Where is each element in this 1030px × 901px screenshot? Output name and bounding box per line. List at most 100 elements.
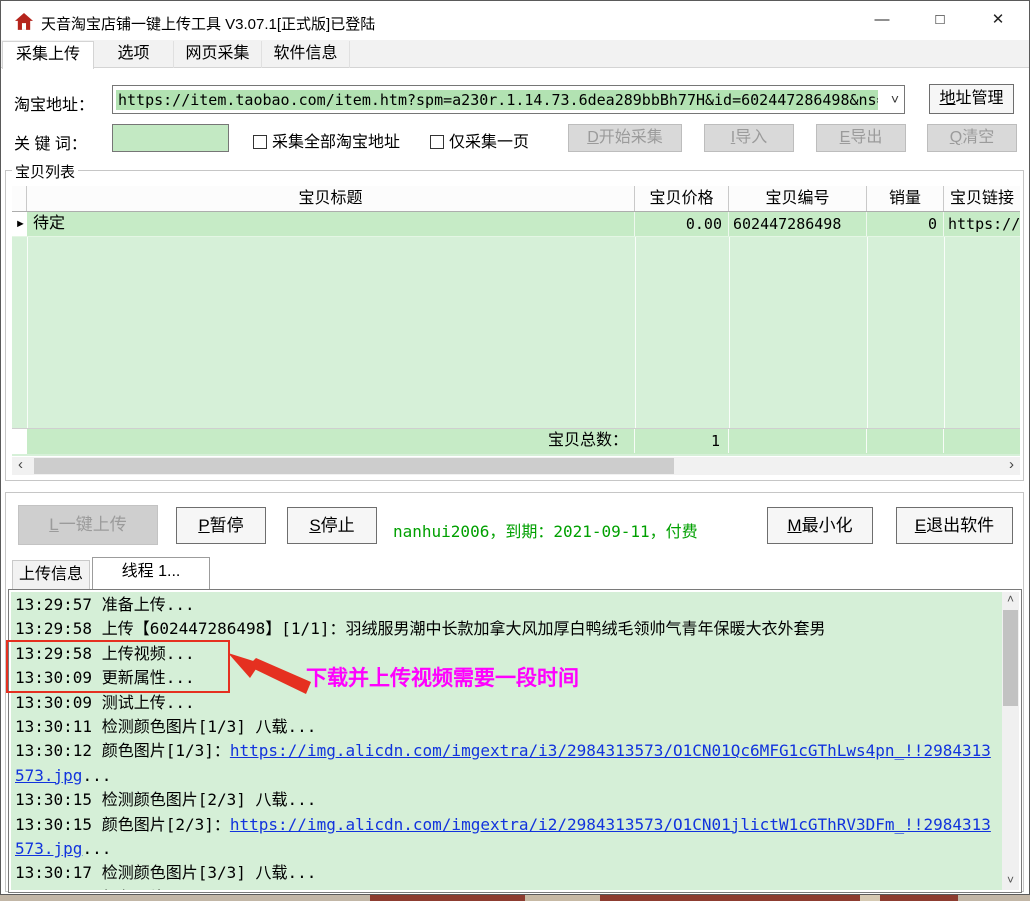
log-text: 13:30:09 测试上传... (15, 693, 195, 712)
log-line: 13:30:11 检测颜色图片[1/3] 八载... (15, 715, 997, 739)
cell-id: 602447286498 (729, 212, 867, 236)
log-line: 13:30:09 测试上传... (15, 691, 997, 715)
pause-button[interactable]: P暂停 (176, 507, 266, 544)
keyword-input[interactable] (112, 124, 229, 152)
footer-empty-cell (729, 429, 867, 453)
scroll-down-icon[interactable]: ˅ (1002, 873, 1019, 890)
maximize-button[interactable]: □ (917, 2, 963, 38)
total-count-label: 宝贝总数： (27, 429, 635, 453)
start-collect-button[interactable]: D开始采集 (568, 124, 682, 152)
hscroll-thumb[interactable] (34, 458, 674, 474)
col-header-id[interactable]: 宝贝编号 (729, 186, 867, 211)
log-text: 13:29:58 上传【602447286498】[1/1]：羽绒服男潮中长款加… (15, 619, 825, 638)
checkbox-one-page-label: 仅采集一页 (449, 134, 529, 151)
tab-upload-info[interactable]: 上传信息 (12, 560, 90, 589)
screen-bottom-sliver (0, 895, 1030, 901)
grid-line (944, 237, 945, 428)
import-button[interactable]: I导入 (704, 124, 794, 152)
table-header-row: 宝贝标题 宝贝价格 宝贝编号 销量 宝贝链接 (12, 186, 1020, 212)
checkbox-collect-all-label: 采集全部淘宝地址 (272, 134, 400, 151)
checkbox-collect-all[interactable]: 采集全部淘宝地址 (253, 128, 400, 154)
table-footer-row: 宝贝总数： 1 (12, 428, 1020, 454)
col-header-price[interactable]: 宝贝价格 (635, 186, 729, 211)
cell-price: 0.00 (635, 212, 729, 236)
log-text: 13:30:17 检测颜色图片[3/3] 八载... (15, 863, 316, 882)
tab-web-collect[interactable]: 网页采集 (174, 41, 262, 68)
chevron-down-icon[interactable]: ˅ (891, 91, 899, 107)
cell-sales: 0 (867, 212, 944, 236)
col-header-title[interactable]: 宝贝标题 (27, 186, 635, 211)
vscroll-thumb[interactable] (1003, 610, 1018, 706)
log-text: ... (82, 839, 111, 858)
checkbox-one-page[interactable]: 仅采集一页 (430, 128, 529, 154)
log-line: 13:30:12 颜色图片[1/3]：https://img.alicdn.co… (15, 739, 997, 788)
keyword-label: 关 键 词： (14, 130, 87, 154)
log-line: 13:30:17 颜色图片[3/3]：https://img.alicdn.co… (15, 886, 997, 890)
clear-button[interactable]: Q清空 (927, 124, 1017, 152)
cell-title: 待定 (27, 212, 635, 236)
grid-line (867, 237, 868, 428)
log-text: 13:30:15 颜色图片[2/3]： (15, 815, 230, 834)
log-vscrollbar[interactable]: ˄ ˅ (1002, 592, 1019, 890)
taobao-url-combobox[interactable]: https://item.taobao.com/item.htm?spm=a23… (112, 85, 905, 114)
grid-line (27, 237, 28, 428)
minimize-app-button[interactable]: M最小化 (767, 507, 873, 544)
item-list-groupbox: 宝贝列表 宝贝标题 宝贝价格 宝贝编号 销量 宝贝链接 ► 待定 0.00 60… (5, 170, 1024, 481)
main-tabstrip: 采集上传 选项 网页采集 软件信息 (1, 40, 1029, 68)
item-list-group-label: 宝贝列表 (12, 161, 78, 182)
minimize-button[interactable]: — (859, 2, 905, 38)
window-title: 天音淘宝店铺一键上传工具 V3.07.1[正式版]已登陆 (41, 13, 375, 34)
log-text: 13:30:15 检测颜色图片[2/3] 八载... (15, 790, 316, 809)
annotation-note: 下载并上传视频需要一段时间 (306, 662, 579, 692)
tab-options[interactable]: 选项 (94, 41, 174, 68)
table-row[interactable]: ► 待定 0.00 602447286498 0 https:// (12, 212, 1020, 237)
scroll-up-icon[interactable]: ˄ (1002, 592, 1019, 609)
log-text: 13:30:17 颜色图片[3/3]： (15, 888, 230, 890)
one-click-upload-button[interactable]: L一键上传 (18, 505, 158, 545)
taobao-url-label: 淘宝地址： (14, 91, 94, 115)
log-line: 13:30:17 检测颜色图片[3/3] 八载... (15, 861, 997, 885)
col-header-link[interactable]: 宝贝链接 (944, 186, 1020, 211)
grid-line (729, 237, 730, 428)
table-hscrollbar[interactable]: ‹ › (12, 457, 1020, 475)
scroll-right-icon[interactable]: › (1003, 457, 1020, 475)
total-count-value: 1 (635, 429, 729, 453)
license-status-text: nanhui2006，到期：2021-09-11，付费 (393, 518, 698, 542)
grid-line (635, 237, 636, 428)
footer-empty-cell (867, 429, 944, 453)
log-text: 13:30:11 检测颜色图片[1/3] 八载... (15, 717, 316, 736)
log-panel: 13:29:57 准备上传... 13:29:58 上传【602447286498… (8, 589, 1022, 893)
highlight-box (6, 640, 230, 693)
footer-selector-cell (12, 429, 27, 454)
annotation-arrow-icon (226, 646, 312, 700)
footer-empty-cell (944, 429, 1020, 453)
log-line: 13:29:58 上传【602447286498】[1/1]：羽绒服男潮中长款加… (15, 617, 997, 641)
checkbox-icon[interactable] (430, 135, 444, 149)
cell-link: https:// (944, 212, 1020, 236)
scroll-left-icon[interactable]: ‹ (12, 457, 29, 475)
close-button[interactable]: ✕ (975, 2, 1021, 38)
stop-button[interactable]: S停止 (287, 507, 377, 544)
address-manage-button[interactable]: 地址管理 (929, 84, 1014, 114)
tab-collect-upload[interactable]: 采集上传 (2, 41, 94, 69)
app-house-icon (15, 13, 33, 31)
log-line: 13:29:57 准备上传... (15, 593, 997, 617)
log-text: 13:30:12 颜色图片[1/3]： (15, 741, 230, 760)
tab-software-info[interactable]: 软件信息 (262, 41, 350, 68)
export-button[interactable]: E导出 (816, 124, 906, 152)
taobao-url-value[interactable]: https://item.taobao.com/item.htm?spm=a23… (116, 90, 878, 110)
item-table: 宝贝标题 宝贝价格 宝贝编号 销量 宝贝链接 ► 待定 0.00 6024472… (12, 186, 1020, 456)
tab-thread-1[interactable]: 线程 1... (92, 557, 210, 589)
exit-app-button[interactable]: E退出软件 (896, 507, 1013, 544)
row-arrow-icon: ► (15, 218, 26, 230)
table-corner-cell (12, 186, 27, 211)
log-text: ... (82, 766, 111, 785)
col-header-sales[interactable]: 销量 (867, 186, 944, 211)
row-selector-cell: ► (12, 212, 27, 236)
log-viewport[interactable]: 13:29:57 准备上传... 13:29:58 上传【602447286498… (11, 592, 1002, 890)
log-line: 13:30:15 颜色图片[2/3]：https://img.alicdn.co… (15, 813, 997, 862)
log-line: 13:30:15 检测颜色图片[2/3] 八载... (15, 788, 997, 812)
log-text: 13:29:57 准备上传... (15, 595, 195, 614)
log-content: 13:29:57 准备上传... 13:29:58 上传【602447286498… (15, 593, 997, 890)
checkbox-icon[interactable] (253, 135, 267, 149)
